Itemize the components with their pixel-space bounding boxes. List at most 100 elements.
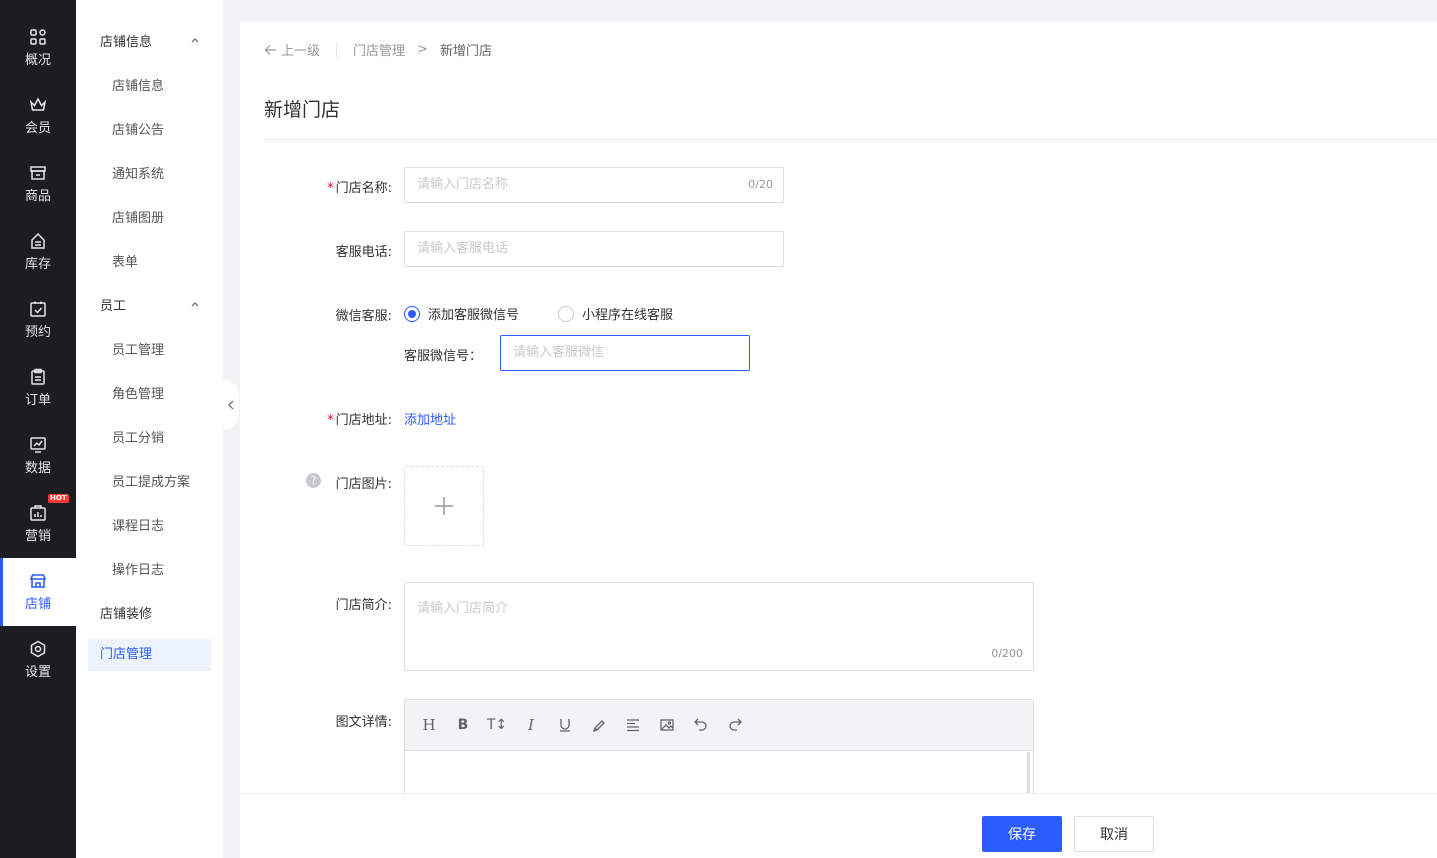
underline-icon[interactable] bbox=[555, 715, 575, 735]
subnav-item-commission[interactable]: 员工提成方案 bbox=[112, 471, 190, 490]
shop-icon bbox=[29, 164, 47, 182]
store-name-input[interactable]: 请输入门店名称 0/20 bbox=[404, 167, 784, 203]
store-name-label: * 门店名称: bbox=[240, 177, 392, 196]
subnav-item-distribution[interactable]: 员工分销 bbox=[112, 427, 164, 446]
subnav-item-album[interactable]: 店铺图册 bbox=[112, 207, 164, 226]
breadcrumb-separator: > bbox=[417, 42, 428, 57]
required-mark: * bbox=[327, 413, 334, 428]
address-label-text: 门店地址: bbox=[335, 413, 392, 428]
nav-label: 营销 bbox=[24, 529, 51, 544]
nav-item-marketing[interactable]: HOT 营销 bbox=[0, 490, 76, 558]
divider bbox=[264, 139, 1437, 140]
radio-add-wechat[interactable]: 添加客服微信号 bbox=[404, 304, 519, 323]
nav-item-data[interactable]: 数据 bbox=[0, 422, 76, 490]
nav-item-settings[interactable]: 设置 bbox=[0, 626, 76, 694]
char-counter: 0/200 bbox=[991, 647, 1023, 660]
nav-label: 设置 bbox=[24, 665, 51, 680]
phone-input[interactable]: 请输入客服电话 bbox=[404, 231, 784, 267]
arrow-left-icon bbox=[264, 44, 276, 55]
gear-icon bbox=[29, 640, 47, 658]
main-panel: 上一级 门店管理 > 新增门店 新增门店 * 门店名称: 请输入门店名称 0/20… bbox=[240, 22, 1437, 858]
subnav-item-store-info[interactable]: 店铺信息 bbox=[112, 75, 164, 94]
chevron-left-icon bbox=[228, 400, 234, 410]
required-mark: * bbox=[327, 181, 334, 196]
wechat-id-input[interactable]: 请输入客服微信 bbox=[500, 335, 750, 371]
intro-label: 门店简介: bbox=[335, 598, 392, 613]
phone-label: 客服电话: bbox=[335, 245, 392, 260]
nav-label: 订单 bbox=[24, 393, 51, 408]
nav-item-store[interactable]: 店铺 bbox=[0, 558, 76, 626]
breadcrumb-parent[interactable]: 门店管理 bbox=[353, 40, 405, 59]
nav-item-member[interactable]: 会员 bbox=[0, 82, 76, 150]
overview-icon bbox=[29, 28, 47, 46]
subnav-item-decoration[interactable]: 店铺装修 bbox=[100, 603, 152, 622]
wechat-id-placeholder: 请输入客服微信 bbox=[513, 345, 605, 360]
back-link[interactable]: 上一级 bbox=[264, 40, 320, 59]
editor-toolbar: H B T↕ I bbox=[405, 700, 1033, 751]
back-label: 上一级 bbox=[281, 44, 321, 59]
nav-item-booking[interactable]: 预约 bbox=[0, 286, 76, 354]
inventory-icon bbox=[29, 232, 47, 250]
intro-textarea[interactable]: 请输入门店简介 0/200 bbox=[404, 582, 1034, 671]
highlight-icon[interactable] bbox=[589, 715, 609, 735]
chevron-up-icon[interactable] bbox=[190, 35, 200, 45]
breadcrumb-current: 新增门店 bbox=[439, 44, 492, 59]
nav-label: 会员 bbox=[24, 121, 51, 136]
subnav-item-store-manage[interactable]: 门店管理 bbox=[88, 639, 211, 671]
breadcrumb-divider bbox=[336, 42, 338, 57]
char-counter: 0/20 bbox=[748, 178, 773, 191]
wechat-label: 微信客服: bbox=[335, 309, 392, 324]
plus-icon bbox=[435, 497, 453, 515]
nav-item-order[interactable]: 订单 bbox=[0, 354, 76, 422]
bold-icon[interactable]: B bbox=[453, 715, 473, 735]
store-icon bbox=[29, 572, 47, 590]
footer-actions: 保存 取消 bbox=[240, 793, 1437, 858]
secondary-nav: 店铺信息 店铺信息 店铺公告 通知系统 店铺图册 表单 员工 员工管理 角色管理… bbox=[76, 0, 223, 858]
breadcrumb: 上一级 门店管理 > 新增门店 bbox=[264, 40, 492, 59]
subnav-item-form[interactable]: 表单 bbox=[112, 251, 138, 270]
subnav-item-role[interactable]: 角色管理 bbox=[112, 383, 164, 402]
nav-item-overview[interactable]: 概况 bbox=[0, 14, 76, 82]
subnav-item-operation-log[interactable]: 操作日志 bbox=[112, 559, 164, 578]
detail-label: 图文详情: bbox=[335, 715, 392, 730]
add-address-link[interactable]: 添加地址 bbox=[404, 409, 456, 428]
radio-unchecked bbox=[558, 305, 574, 322]
hot-badge: HOT bbox=[48, 494, 69, 503]
align-icon[interactable] bbox=[623, 715, 643, 735]
subnav-group-store[interactable]: 店铺信息 bbox=[100, 31, 152, 50]
subnav-item-course-log[interactable]: 课程日志 bbox=[112, 515, 164, 534]
subnav-item-notification[interactable]: 通知系统 bbox=[112, 163, 164, 182]
store-name-placeholder: 请输入门店名称 bbox=[417, 177, 509, 192]
chart-icon bbox=[29, 436, 47, 454]
collapse-sidebar-button[interactable] bbox=[223, 380, 239, 430]
store-name-label-text: 门店名称: bbox=[335, 181, 392, 196]
nav-label: 店铺 bbox=[24, 597, 51, 612]
nav-label: 概况 bbox=[24, 53, 51, 68]
calendar-check-icon bbox=[29, 300, 47, 318]
crown-icon bbox=[29, 96, 47, 114]
nav-label: 数据 bbox=[24, 461, 51, 476]
image-icon[interactable] bbox=[657, 715, 677, 735]
nav-label: 库存 bbox=[24, 257, 51, 272]
subnav-item-notice[interactable]: 店铺公告 bbox=[112, 119, 164, 138]
nav-item-goods[interactable]: 商品 bbox=[0, 150, 76, 218]
nav-label: 预约 bbox=[24, 325, 51, 340]
save-button[interactable]: 保存 bbox=[982, 816, 1062, 852]
image-upload-button[interactable] bbox=[404, 466, 484, 546]
subnav-item-staff-manage[interactable]: 员工管理 bbox=[112, 339, 164, 358]
radio-label: 小程序在线客服 bbox=[582, 308, 674, 323]
font-size-icon[interactable]: T↕ bbox=[487, 715, 507, 735]
subnav-group-staff[interactable]: 员工 bbox=[100, 295, 126, 314]
chevron-up-icon[interactable] bbox=[190, 299, 200, 309]
italic-icon[interactable]: I bbox=[521, 715, 541, 735]
radio-online-service[interactable]: 小程序在线客服 bbox=[558, 304, 673, 323]
heading-icon[interactable]: H bbox=[419, 715, 439, 735]
redo-icon[interactable] bbox=[725, 715, 745, 735]
nav-item-inventory[interactable]: 库存 bbox=[0, 218, 76, 286]
radio-label: 添加客服微信号 bbox=[428, 308, 520, 323]
undo-icon[interactable] bbox=[691, 715, 711, 735]
phone-placeholder: 请输入客服电话 bbox=[417, 241, 509, 256]
images-label: 门店图片: bbox=[335, 477, 392, 492]
wechat-id-label: 客服微信号： bbox=[404, 349, 483, 364]
cancel-button[interactable]: 取消 bbox=[1074, 816, 1154, 852]
